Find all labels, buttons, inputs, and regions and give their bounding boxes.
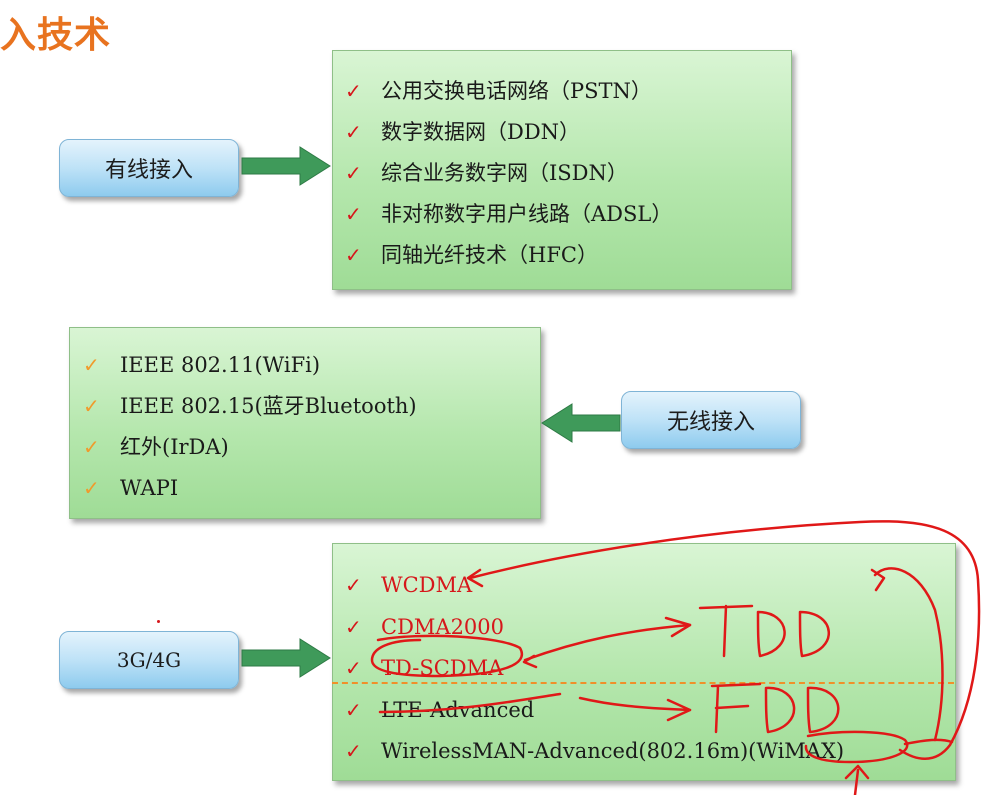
- list-item: ✓ LTE-Advanced: [333, 691, 955, 733]
- check-icon: ✓: [345, 614, 362, 639]
- list-item: ✓ IEEE 802.11(WiFi): [70, 346, 540, 387]
- cellular-access-box: 3G/4G: [59, 631, 239, 689]
- check-icon: ✓: [83, 394, 100, 418]
- wired-access-list-panel: ✓ 公用交换电话网络（PSTN） ✓ 数字数据网（DDN） ✓ 综合业务数字网（ISD…: [332, 50, 792, 290]
- wired-access-box: 有线接入: [59, 139, 239, 197]
- list-item: ✓ WAPI: [70, 469, 540, 510]
- list-item: ✓ CDMA2000: [333, 608, 955, 650]
- divider-dashed-line: [332, 682, 954, 684]
- list-item: ✓ WirelessMAN-Advanced(802.16m)(WiMAX): [333, 732, 955, 774]
- list-item: ✓ WCDMA: [333, 566, 955, 608]
- check-icon: ✓: [345, 739, 362, 763]
- wireless-access-box: 无线接入: [621, 391, 801, 449]
- list-item: ✓ 综合业务数字网（ISDN）: [333, 155, 791, 196]
- cellular-access-label: 3G/4G: [116, 648, 182, 672]
- wireless-access-list-panel: ✓ IEEE 802.11(WiFi) ✓ IEEE 802.15(蓝牙Blueto…: [69, 327, 541, 519]
- check-icon: ✓: [345, 202, 362, 226]
- stray-dot: [157, 620, 160, 623]
- check-icon: ✓: [345, 161, 362, 185]
- wireless-arrow-left-icon: [541, 403, 621, 443]
- list-item: ✓ 红外(IrDA): [70, 428, 540, 469]
- check-icon: ✓: [83, 476, 100, 500]
- list-item: ✓ TD-SCDMA: [333, 649, 955, 691]
- check-icon: ✓: [345, 79, 362, 103]
- check-icon: ✓: [345, 697, 362, 722]
- check-icon: ✓: [83, 435, 100, 459]
- check-icon: ✓: [345, 243, 362, 267]
- wired-access-label: 有线接入: [104, 158, 193, 183]
- list-item: ✓ IEEE 802.15(蓝牙Bluetooth): [70, 387, 540, 428]
- wireless-access-label: 无线接入: [666, 410, 755, 435]
- check-icon: ✓: [83, 353, 100, 377]
- page-title: 入技术: [0, 15, 112, 56]
- list-item: ✓ 公用交换电话网络（PSTN）: [333, 73, 791, 114]
- wired-arrow-right-icon: [241, 146, 331, 186]
- check-icon: ✓: [345, 573, 362, 597]
- list-item: ✓ 同轴光纤技术（HFC）: [333, 237, 791, 278]
- cellular-arrow-right-icon: [241, 638, 331, 678]
- cellular-access-list-panel: ✓ WCDMA ✓ CDMA2000 ✓ TD-SCDMA ✓ LTE-Advanced…: [332, 543, 956, 781]
- list-item: ✓ 非对称数字用户线路（ADSL）: [333, 196, 791, 237]
- list-item: ✓ 数字数据网（DDN）: [333, 114, 791, 155]
- check-icon: ✓: [345, 120, 362, 144]
